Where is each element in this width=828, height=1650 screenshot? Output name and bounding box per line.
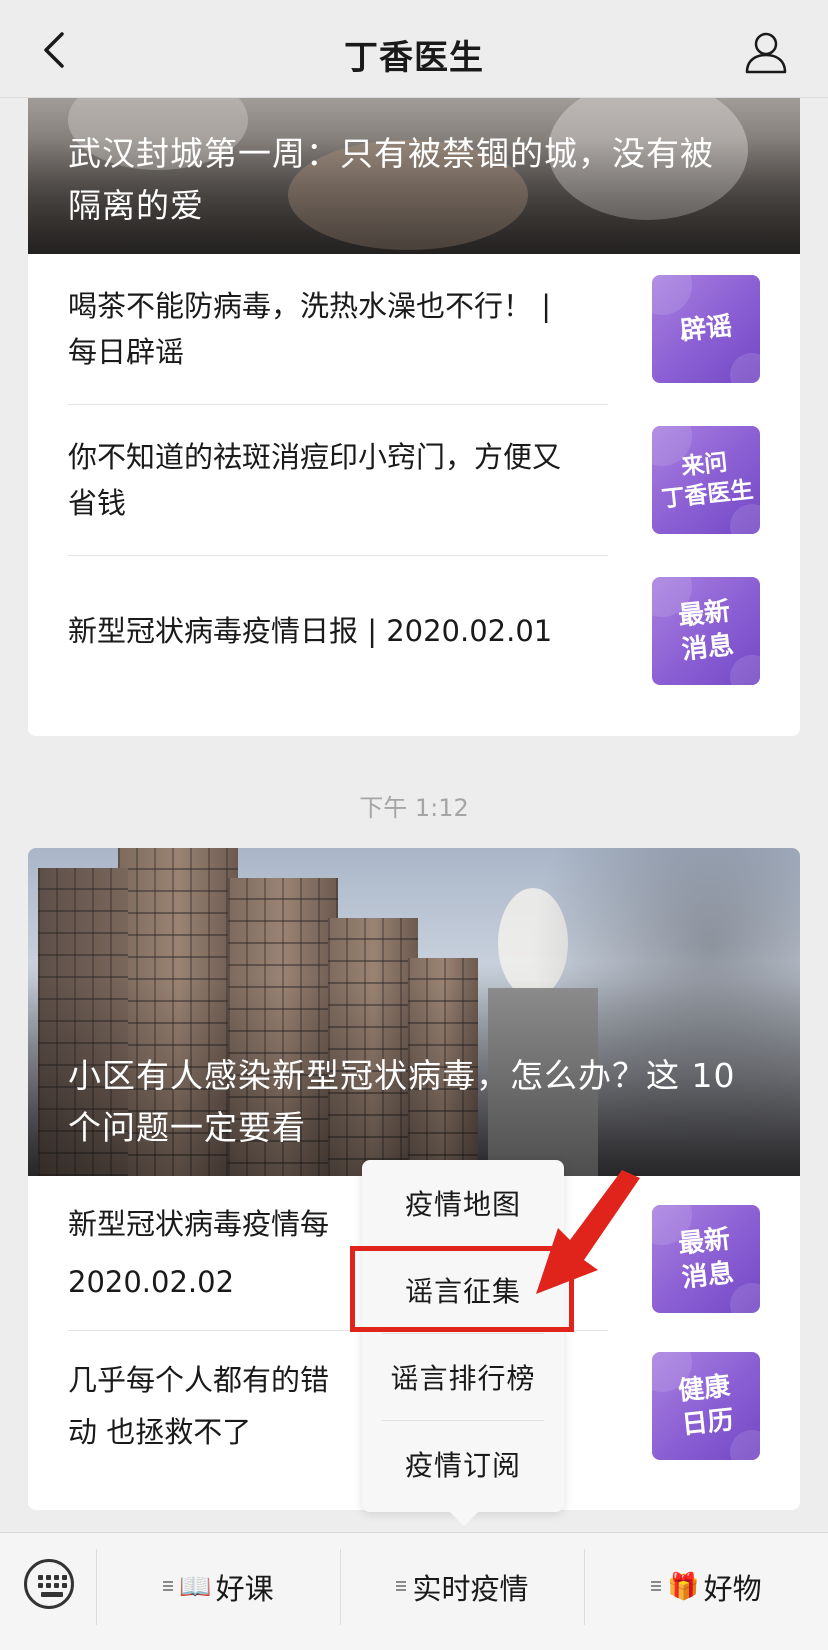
menu-tab-courses[interactable]: 📖 好课	[96, 1549, 340, 1625]
submenu-indicator-icon	[396, 1581, 407, 1593]
menu-tab-label: 实时疫情	[412, 1572, 529, 1606]
menu-tab-goods[interactable]: 🎁 好物	[584, 1549, 828, 1625]
badge-thumbnail: 健康 日历	[652, 1352, 760, 1460]
badge-thumbnail: 来问 丁香医生	[652, 426, 760, 534]
list-item-title: 喝茶不能防病毒，洗热水澡也不行！ | 每日辟谣	[68, 289, 551, 369]
page-title: 丁香医生	[344, 38, 484, 78]
badge-label: 最新 消息	[676, 1224, 736, 1294]
list-item[interactable]: 你不知道的祛斑消痘印小窍门，方便又省钱 来问 丁香医生	[28, 405, 800, 555]
badge-thumbnail: 最新 消息	[652, 1205, 760, 1313]
submenu-indicator-icon	[163, 1581, 174, 1593]
list-item-title: 你不知道的祛斑消痘印小窍门，方便又省钱	[68, 440, 562, 520]
menu-tab-epidemic[interactable]: 实时疫情	[340, 1549, 584, 1625]
red-arrow-icon	[536, 1170, 640, 1294]
badge-thumbnail: 最新 消息	[652, 577, 760, 685]
message-timestamp: 下午 1:12	[359, 794, 469, 822]
list-item[interactable]: 新型冠状病毒疫情日报 | 2020.02.01 最新 消息	[28, 556, 800, 706]
menu-tab-label: 好物	[703, 1572, 762, 1606]
hero-article-title: 武汉封城第一周：只有被禁锢的城，没有被隔离的爱	[68, 134, 714, 225]
badge-label: 最新 消息	[676, 596, 736, 666]
gift-icon: 🎁	[667, 1572, 700, 1602]
menu-item-rumor-ranking[interactable]: 谣言排行榜	[362, 1334, 564, 1420]
menu-tab-label: 好课	[215, 1572, 274, 1606]
list-item-title: 新型冠状病毒疫情日报 | 2020.02.01	[68, 614, 553, 648]
book-icon: 📖	[179, 1572, 212, 1602]
list-item-title: 新型冠状病毒疫情每 2020.02.02	[68, 1207, 330, 1299]
submenu-indicator-icon	[651, 1581, 662, 1593]
keyboard-icon[interactable]	[24, 1559, 74, 1609]
bottom-menu-bar: 📖 好课 实时疫情 🎁 好物	[0, 1532, 828, 1650]
hero-article-title: 小区有人感染新型冠状病毒，怎么办？这 10 个问题一定要看	[68, 1056, 736, 1147]
badge-label: 健康 日历	[676, 1371, 736, 1441]
person-icon[interactable]	[744, 30, 788, 74]
hero-article[interactable]: 小区有人感染新型冠状病毒，怎么办？这 10 个问题一定要看	[28, 848, 800, 1176]
badge-label: 来问 丁香医生	[660, 449, 755, 513]
list-item[interactable]: 喝茶不能防病毒，洗热水澡也不行！ | 每日辟谣 辟谣	[28, 254, 800, 404]
badge-label: 辟谣	[678, 311, 734, 347]
top-nav-bar: 丁香医生	[0, 0, 828, 98]
article-card: 武汉封城第一周：只有被禁锢的城，没有被隔离的爱 喝茶不能防病毒，洗热水澡也不行！…	[28, 60, 800, 736]
badge-thumbnail: 辟谣	[652, 275, 760, 383]
menu-item-epidemic-subscribe[interactable]: 疫情订阅	[362, 1421, 564, 1507]
list-item-title: 几乎每个人都有的错 动 也拯救不了	[68, 1363, 330, 1449]
